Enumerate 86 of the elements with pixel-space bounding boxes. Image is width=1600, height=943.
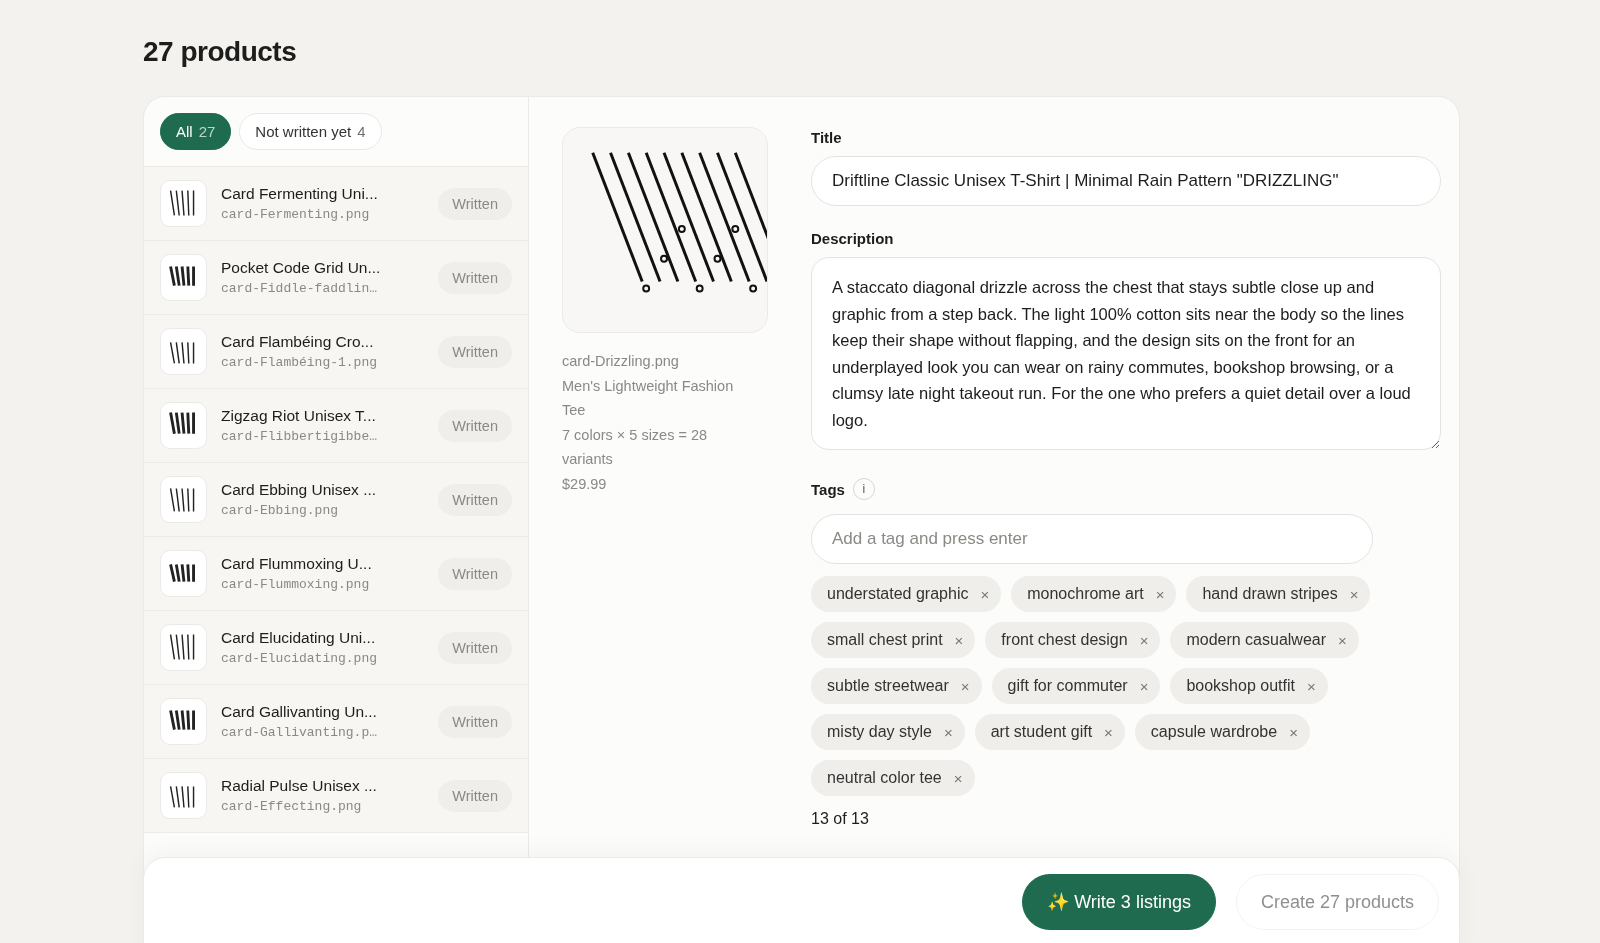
thumbnail-drawing [160, 254, 207, 301]
filter-tab[interactable]: All 27 [160, 113, 232, 150]
tag-chip: front chest design × [985, 622, 1161, 658]
field-label: Tags [811, 480, 845, 498]
tag-chip: art student gift × [974, 714, 1125, 750]
tag-chip: modern casualwear × [1170, 622, 1359, 658]
remove-tag-button[interactable]: × [1338, 631, 1347, 649]
status-badge: Written [438, 261, 512, 294]
tag-chip: understated graphic × [811, 576, 1002, 612]
status-badge: Written [438, 631, 512, 664]
product-title: Card Gallivanting Un... [221, 703, 378, 721]
product-title: Pocket Code Grid Un... [221, 259, 382, 277]
status-badge: Written [438, 483, 512, 516]
tag-chip: monochrome art × [1011, 576, 1177, 612]
product-title: Zigzag Riot Unisex T... [221, 407, 377, 425]
status-badge: Written [438, 335, 512, 368]
product-row[interactable]: Card Elucidating Uni... card-Elucidating.png Written [144, 611, 528, 685]
remove-tag-button[interactable]: × [954, 631, 964, 649]
description-field[interactable]: A staccato diagonal drizzle across the chest that stays subtle close up and graphic from a step back. The light 100% cotton sits near the body so the lines keep their shape without flapping, and the design sits on the front for an underplayed look you can wear on rainy commutes, bookshop browsing, or a clumsy late night takeout run. For the one who prefers a quiet detail over a loud logo. [811, 257, 1441, 450]
tag-chip: hand drawn stripes × [1186, 576, 1371, 612]
status-badge: Written [438, 705, 512, 738]
product-row[interactable]: Card Fermenting Uni... card-Fermenting.png Written [144, 167, 528, 241]
product-row[interactable]: Card Gallivanting Un... card-Gallivanting.p… Written [144, 685, 528, 759]
remove-tag-button[interactable]: × [1306, 677, 1316, 695]
product-title: Card Flambéing Cro... [221, 333, 375, 351]
status-badge: Written [438, 557, 512, 590]
tag-chip: gift for commuter × [991, 668, 1161, 704]
remove-tag-button[interactable]: × [953, 769, 963, 787]
tag-chip: subtle streetwear × [811, 668, 982, 704]
product-filename: card-Fermenting.png [221, 207, 371, 222]
product-title: Radial Pulse Unisex ... [221, 777, 378, 795]
write-listings-button[interactable]: ✨ Write 3 listings [1022, 874, 1216, 930]
product-price: $29.99 [562, 474, 608, 494]
product-filename: card-Ebbing.png [221, 503, 340, 518]
title-field[interactable]: Driftline Classic Unisex T-Shirt | Minimal Rain Pattern "DRIZZLING" [811, 156, 1441, 206]
thumbnail-drawing [160, 328, 207, 375]
product-title: Card Flummoxing U... [221, 555, 373, 573]
filter-tab[interactable]: Not written yet 4 [239, 113, 382, 150]
tag-chip: capsule wardrobe × [1134, 714, 1310, 750]
remove-tag-button[interactable]: × [1349, 585, 1359, 603]
variant-count: 7 colors × 5 sizes = 28 variants [562, 425, 709, 469]
thumbnail-drawing [160, 698, 207, 745]
tag-input-field[interactable]: Add a tag and press enter [811, 514, 1373, 564]
remove-tag-button[interactable]: × [1104, 723, 1113, 741]
remove-tag-button[interactable]: × [943, 723, 953, 741]
status-badge: Written [438, 187, 512, 220]
thumbnail-drawing [160, 624, 207, 671]
product-filename: card-Flummoxing.png [221, 577, 371, 592]
tag-chip: misty day style × [811, 714, 965, 750]
product-filename: card-Elucidating.png [221, 651, 379, 666]
product-filename: card-Gallivanting.p… [221, 725, 379, 740]
product-row[interactable]: Card Ebbing Unisex ... card-Ebbing.png Written [144, 463, 528, 537]
tag-chip: bookshop outfit × [1170, 668, 1328, 704]
thumbnail-drawing [160, 402, 207, 449]
status-badge: Written [438, 779, 512, 812]
image-filename: card-Drizzling.png [562, 352, 680, 371]
product-filename: card-Flambéing-1.png [221, 355, 379, 370]
product-row[interactable]: Radial Pulse Unisex ... card-Effecting.png Written [144, 759, 528, 833]
remove-tag-button[interactable]: × [980, 585, 990, 603]
product-row[interactable]: Pocket Code Grid Un... card-Fiddle-faddlin… Written [144, 241, 528, 315]
product-type: Men's Lightweight Fashion Tee [562, 376, 735, 420]
product-filename: card-Fiddle-faddlin… [221, 281, 379, 296]
product-row[interactable]: Card Flambéing Cro... card-Flambéing-1.png Written [144, 315, 528, 389]
product-title: Card Ebbing Unisex ... [221, 481, 378, 499]
status-badge: Written [438, 409, 512, 442]
product-filename: card-Flibbertigibbe… [221, 429, 379, 444]
product-row[interactable]: Zigzag Riot Unisex T... card-Flibbertigibbe… Written [144, 389, 528, 463]
tag-chip: small chest print × [811, 622, 976, 658]
remove-tag-button[interactable]: × [1139, 631, 1149, 649]
product-filename: card-Effecting.png [221, 799, 363, 814]
tag-count: 13 of 13 [811, 810, 870, 828]
tag-chip: neutral color tee × [811, 760, 975, 796]
thumbnail-drawing [160, 550, 207, 597]
field-label: Description [811, 230, 895, 247]
product-title: Card Fermenting Uni... [221, 185, 379, 203]
remove-tag-button[interactable]: × [960, 677, 970, 695]
remove-tag-button[interactable]: × [1155, 585, 1165, 603]
remove-tag-button[interactable]: × [1289, 723, 1298, 741]
thumbnail-drawing [160, 476, 207, 523]
page-title: 27 products [143, 36, 298, 68]
field-label: Title [811, 129, 843, 146]
product-row[interactable]: Card Flummoxing U... card-Flummoxing.png Written [144, 537, 528, 611]
thumbnail-drawing [160, 180, 207, 227]
remove-tag-button[interactable]: × [1139, 677, 1149, 695]
product-title: Card Elucidating Uni... [221, 629, 377, 647]
thumbnail-drawing [160, 772, 207, 819]
